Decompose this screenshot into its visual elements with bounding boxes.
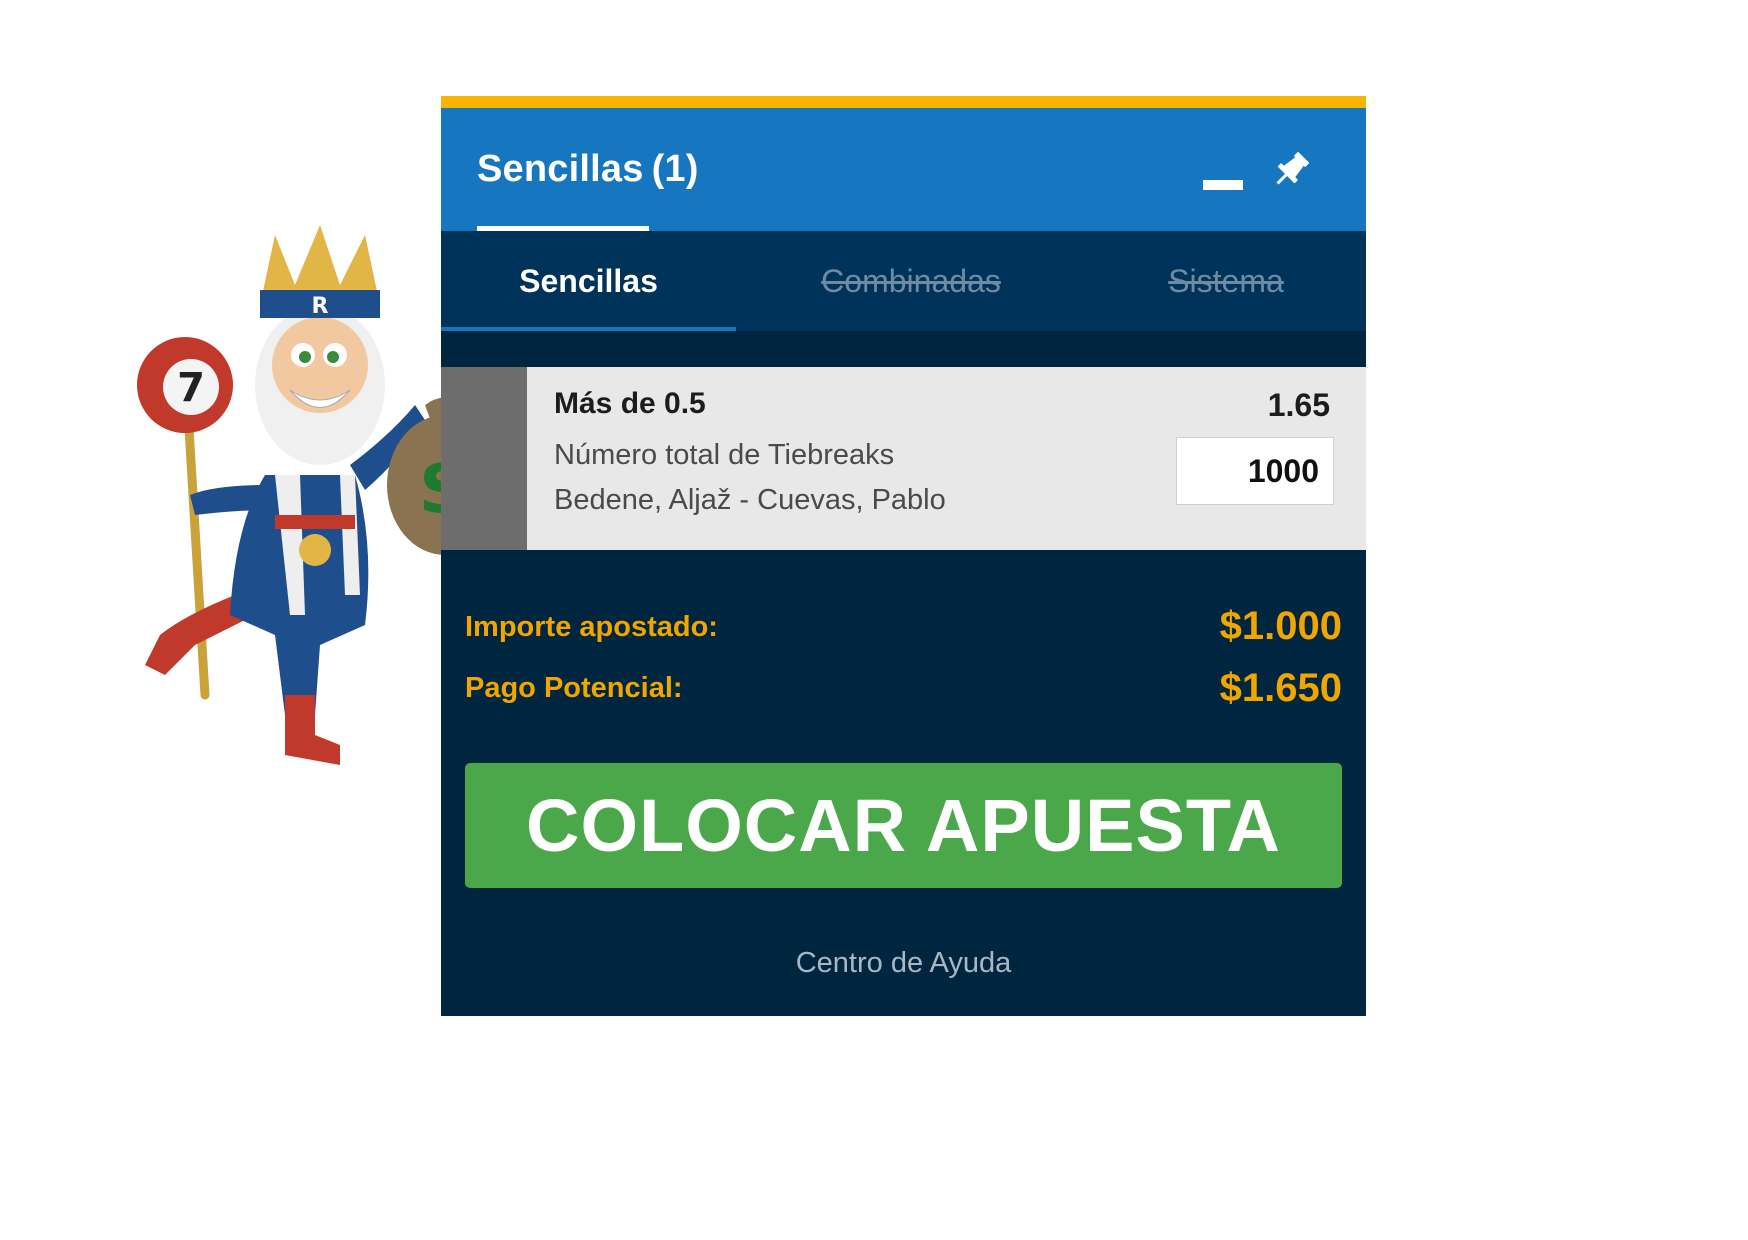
bet-slip-title[interactable]: Sencillas (1): [477, 148, 699, 191]
potential-payout-value: $1.650: [1219, 666, 1342, 710]
bet-slip-panel: Sencillas (1) Sencillas Combinadas Sistem…: [441, 96, 1366, 1016]
bet-selection-card: Más de 0.5 1.65 Número total de Tiebreak…: [441, 367, 1366, 550]
pin-icon[interactable]: [1269, 148, 1313, 192]
ball-number: 7: [177, 365, 205, 411]
crown-letter: R: [312, 294, 329, 319]
stake-total-label: Importe apostado:: [465, 611, 718, 643]
bet-type-tabs: Sencillas Combinadas Sistema: [441, 231, 1366, 331]
selection-odds: 1.65: [1267, 387, 1330, 423]
stake-total-value: $1.000: [1219, 604, 1342, 648]
bet-slip-title-text: Sencillas: [477, 148, 644, 190]
tab-sencillas[interactable]: Sencillas: [441, 231, 736, 331]
tab-sistema[interactable]: Sistema: [1086, 231, 1366, 331]
potential-payout-label: Pago Potencial:: [465, 672, 683, 704]
help-center-link[interactable]: Centro de Ayuda: [441, 947, 1366, 980]
bet-slip-header: Sencillas (1): [441, 108, 1366, 231]
selection-name: Más de 0.5: [554, 387, 706, 420]
active-tab-indicator: [441, 327, 736, 331]
remove-selection-strip[interactable]: [441, 367, 527, 550]
place-bet-button[interactable]: COLOCAR APUESTA: [465, 763, 1342, 888]
stake-input[interactable]: [1176, 437, 1334, 505]
event-name: Bedene, Aljaž - Cuevas, Pablo: [554, 484, 946, 516]
minimize-icon[interactable]: [1203, 180, 1243, 190]
tab-combinadas[interactable]: Combinadas: [736, 231, 1086, 331]
market-name: Número total de Tiebreaks: [554, 439, 895, 471]
accent-bar: [441, 96, 1366, 108]
bet-count: (1): [651, 148, 699, 190]
